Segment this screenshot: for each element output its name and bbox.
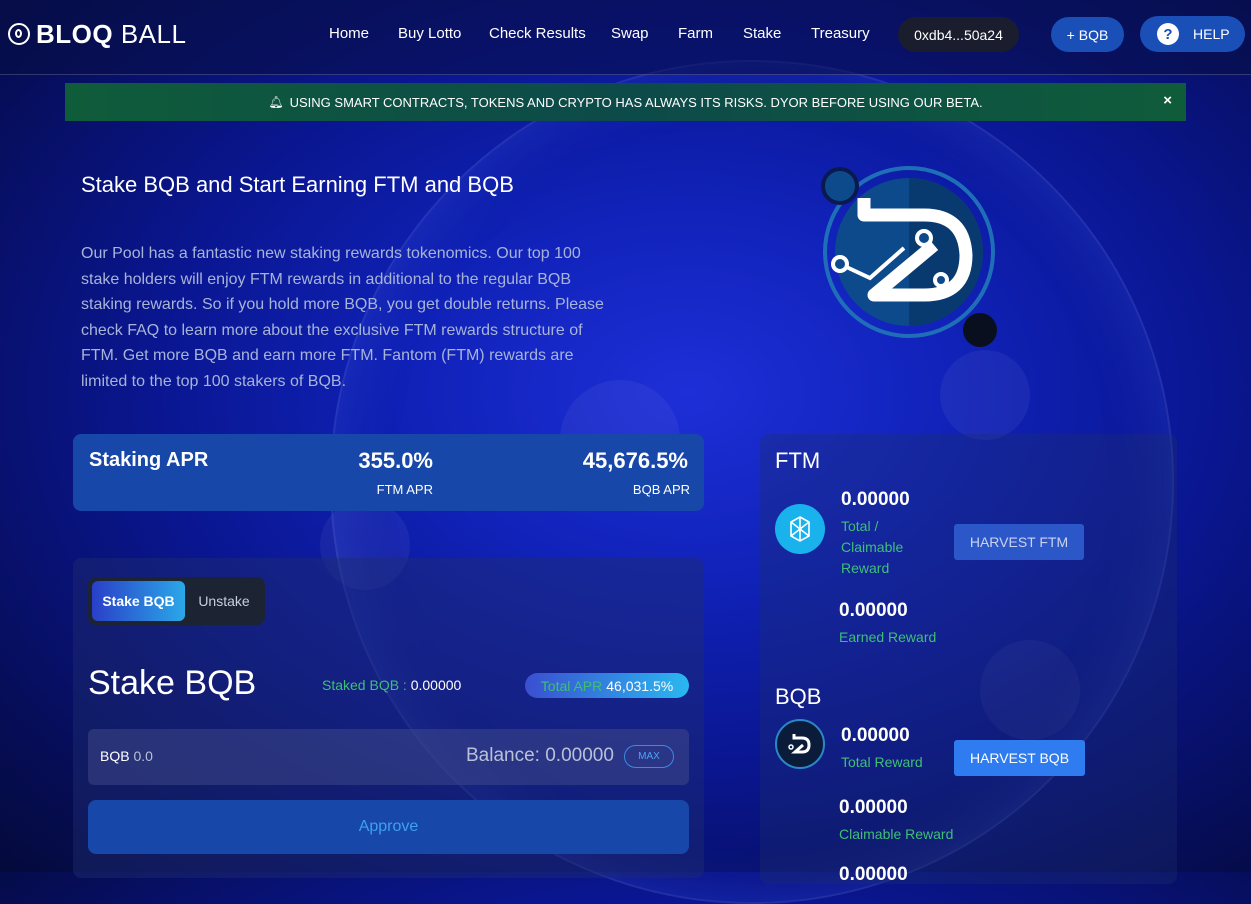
close-icon[interactable]: × bbox=[1163, 92, 1172, 109]
bqb-claimable-label: Claimable Reward bbox=[839, 826, 954, 842]
bloqball-logo-icon bbox=[8, 23, 30, 45]
balance-text: Balance: 0.00000 bbox=[466, 745, 614, 766]
background-lotto-ball bbox=[940, 350, 1030, 440]
bloqball-emblem-icon bbox=[821, 166, 997, 347]
ftm-total-claimable-label: Total / Claimable Reward bbox=[841, 518, 904, 576]
staking-apr-card: Staking APR 355.0% FTM APR 45,676.5% BQB… bbox=[73, 434, 704, 511]
rewards-panel: FTM 0.00000 Total / Claimable Reward HAR… bbox=[760, 434, 1177, 885]
bqb-total-amount: 0.00000 bbox=[841, 725, 910, 746]
ftm-apr-label: FTM APR bbox=[376, 482, 433, 497]
risk-warning-banner: 🔔︎ USING SMART CONTRACTS, TOKENS AND CRY… bbox=[65, 83, 1186, 121]
ftm-earned-label: Earned Reward bbox=[839, 629, 937, 645]
nav-link-buy-lotto[interactable]: Buy Lotto bbox=[398, 25, 461, 42]
total-apr-value: 46,031.5% bbox=[606, 677, 674, 694]
ftm-earned-amount: 0.00000 bbox=[839, 600, 908, 621]
tab-stake-bqb[interactable]: Stake BQB bbox=[92, 581, 185, 621]
harvest-ftm-button[interactable]: HARVEST FTM bbox=[954, 524, 1084, 560]
stake-tabs: Stake BQB Unstake bbox=[88, 577, 265, 625]
nav-link-farm[interactable]: Farm bbox=[678, 25, 713, 42]
bqb-token-icon bbox=[775, 719, 825, 769]
tab-unstake[interactable]: Unstake bbox=[186, 581, 262, 621]
approve-button[interactable]: Approve bbox=[88, 800, 689, 854]
staked-bqb-info: Staked BQB : 0.00000 bbox=[322, 677, 461, 693]
help-label: HELP bbox=[1193, 26, 1230, 42]
question-icon: ? bbox=[1157, 23, 1179, 45]
help-button[interactable]: ? HELP bbox=[1140, 16, 1245, 52]
stake-title: Stake BQB bbox=[88, 664, 257, 702]
stake-input-field[interactable]: BQB 0.0 bbox=[100, 748, 153, 764]
nav-link-check-results[interactable]: Check Results bbox=[489, 25, 586, 42]
brand-name: BLOQ BALL bbox=[36, 18, 187, 49]
bqb-apr-label: BQB APR bbox=[632, 482, 690, 497]
top-navbar: BLOQ BALL Home Buy Lotto Check Results S… bbox=[0, 0, 1251, 75]
bqb-extra-amount: 0.00000 bbox=[839, 864, 908, 885]
total-apr-badge: Total APR 46,031.5% bbox=[525, 673, 689, 698]
ftm-total-amount: 0.00000 bbox=[841, 489, 910, 510]
ftm-apr-value: 355.0% bbox=[358, 448, 433, 473]
bqb-section-title: BQB bbox=[775, 684, 822, 709]
intro-description: Our Pool has a fantastic new staking rew… bbox=[81, 245, 604, 390]
stake-amount-input[interactable]: BQB 0.0 Balance: 0.00000 MAX bbox=[88, 729, 689, 785]
nav-link-treasury[interactable]: Treasury bbox=[811, 25, 870, 42]
staked-bqb-value: 0.00000 bbox=[410, 677, 462, 693]
bqb-apr-value: 45,676.5% bbox=[582, 448, 688, 473]
staking-apr-label: Staking APR bbox=[89, 449, 209, 471]
ftm-section-title: FTM bbox=[775, 448, 821, 473]
bqb-claimable-amount: 0.00000 bbox=[839, 797, 908, 818]
bqb-total-label: Total Reward bbox=[841, 754, 923, 770]
harvest-bqb-button[interactable]: HARVEST BQB bbox=[954, 740, 1085, 776]
wallet-address-button[interactable]: 0xdb4...50a24 bbox=[898, 17, 1019, 52]
stake-panel: Stake BQB Unstake Stake BQB Staked BQB :… bbox=[73, 558, 704, 878]
risk-warning-text: USING SMART CONTRACTS, TOKENS AND CRYPTO… bbox=[289, 94, 983, 110]
nav-link-stake[interactable]: Stake bbox=[743, 25, 781, 42]
nav-link-swap[interactable]: Swap bbox=[611, 25, 649, 42]
page-title: Stake BQB and Start Earning FTM and BQB bbox=[81, 172, 514, 197]
nav-link-home[interactable]: Home bbox=[329, 25, 369, 42]
input-amount-value: 0.0 bbox=[133, 748, 153, 764]
add-bqb-button[interactable]: + BQB bbox=[1051, 17, 1124, 52]
input-token-label: BQB bbox=[100, 748, 130, 764]
fantom-token-icon bbox=[775, 504, 825, 554]
bell-icon: 🔔︎ bbox=[268, 95, 284, 109]
staked-bqb-label: Staked BQB : bbox=[322, 677, 411, 693]
brand-logo[interactable]: BLOQ BALL bbox=[8, 18, 187, 49]
max-button[interactable]: MAX bbox=[624, 745, 674, 768]
total-apr-label: Total APR bbox=[540, 677, 603, 694]
